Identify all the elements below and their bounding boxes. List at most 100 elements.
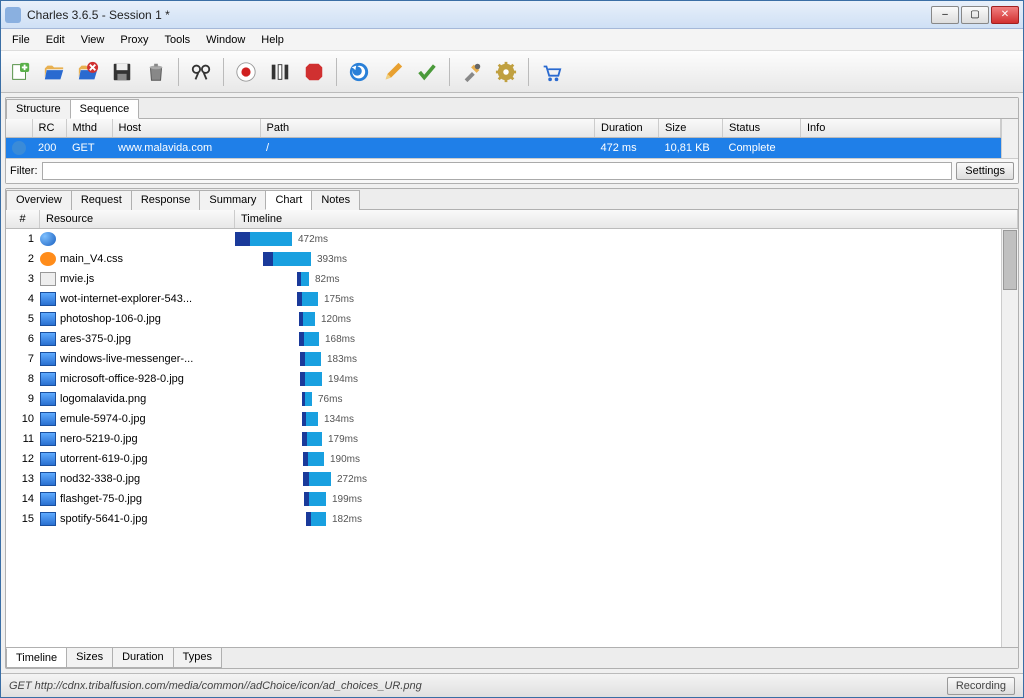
filter-input[interactable] [42,162,953,180]
find-icon[interactable] [186,57,216,87]
chart-rows[interactable]: 1 472ms 2 main_V4.css 393ms 3 mvie.js 82… [6,229,1001,647]
tab-chart[interactable]: Chart [265,190,312,210]
chart-row[interactable]: 8 microsoft-office-928-0.jpg 194ms [6,369,1001,389]
timeline-cell: 134ms [235,411,1001,427]
trash-icon[interactable] [141,57,171,87]
statusbar: GET http://cdnx.tribalfusion.com/media/c… [1,673,1023,697]
chart-scrollbar[interactable] [1001,229,1018,647]
img-icon [40,432,56,446]
stop-icon[interactable] [299,57,329,87]
maximize-button[interactable]: ▢ [961,6,989,24]
col-host[interactable]: Host [112,119,260,138]
chart-row[interactable]: 11 nero-5219-0.jpg 179ms [6,429,1001,449]
timeline-cell: 175ms [235,291,1001,307]
tab-types[interactable]: Types [173,648,222,668]
chart-row[interactable]: 9 logomalavida.png 76ms [6,389,1001,409]
duration-label: 393ms [317,254,347,265]
resource-name: emule-5974-0.jpg [60,413,235,425]
requests-scrollbar[interactable] [1001,119,1018,158]
chart-row[interactable]: 3 mvie.js 82ms [6,269,1001,289]
cell-size: 10,81 KB [659,138,723,159]
detail-panel: Overview Request Response Summary Chart … [5,188,1019,669]
timeline-cell: 168ms [235,331,1001,347]
request-row[interactable]: 200 GET www.malavida.com / 472 ms 10,81 … [6,138,1001,159]
resource-name: photoshop-106-0.jpg [60,313,235,325]
throttle-icon[interactable] [265,57,295,87]
timeline-cell: 194ms [235,371,1001,387]
col-status[interactable]: Status [723,119,801,138]
chart-row[interactable]: 5 photoshop-106-0.jpg 120ms [6,309,1001,329]
tab-request[interactable]: Request [71,190,132,210]
chart-row[interactable]: 13 nod32-338-0.jpg 272ms [6,469,1001,489]
timeline-cell: 182ms [235,511,1001,527]
menu-view[interactable]: View [74,32,112,48]
chart-row[interactable]: 6 ares-375-0.jpg 168ms [6,329,1001,349]
save-icon[interactable] [107,57,137,87]
duration-label: 190ms [330,454,360,465]
img-icon [40,492,56,506]
status-text: GET http://cdnx.tribalfusion.com/media/c… [9,680,422,692]
bottom-tabs: Timeline Sizes Duration Types [6,647,1018,668]
tab-overview[interactable]: Overview [6,190,72,210]
img-icon [40,332,56,346]
row-num: 5 [6,313,40,325]
tab-sizes[interactable]: Sizes [66,648,113,668]
delete-icon[interactable] [73,57,103,87]
refresh-icon[interactable] [344,57,374,87]
img-icon [40,452,56,466]
row-num: 10 [6,413,40,425]
chart-row[interactable]: 4 wot-internet-explorer-543... 175ms [6,289,1001,309]
chart-row[interactable]: 2 main_V4.css 393ms [6,249,1001,269]
menubar: File Edit View Proxy Tools Window Help [1,29,1023,51]
app-window: Charles 3.6.5 - Session 1 * – ▢ ✕ File E… [0,0,1024,698]
col-size[interactable]: Size [659,119,723,138]
close-button[interactable]: ✕ [991,6,1019,24]
validate-icon[interactable] [412,57,442,87]
chart-row[interactable]: 12 utorrent-619-0.jpg 190ms [6,449,1001,469]
chart-row[interactable]: 14 flashget-75-0.jpg 199ms [6,489,1001,509]
new-session-icon[interactable] [5,57,35,87]
settings-gear-icon[interactable] [491,57,521,87]
cell-rc: 200 [32,138,66,159]
col-duration[interactable]: Duration [595,119,659,138]
col-rc[interactable]: RC [32,119,66,138]
col-method[interactable]: Mthd [66,119,112,138]
col-resource[interactable]: Resource [40,210,235,228]
menu-window[interactable]: Window [199,32,252,48]
settings-button[interactable]: Settings [956,162,1014,180]
menu-proxy[interactable]: Proxy [113,32,155,48]
col-num[interactable]: # [6,210,40,228]
detail-tabs: Overview Request Response Summary Chart … [6,189,1018,210]
col-timeline[interactable]: Timeline [235,210,1018,228]
tab-timeline[interactable]: Timeline [6,648,67,668]
img-icon [40,412,56,426]
edit-icon[interactable] [378,57,408,87]
tab-response[interactable]: Response [131,190,201,210]
menu-file[interactable]: File [5,32,37,48]
open-icon[interactable] [39,57,69,87]
cart-icon[interactable] [536,57,566,87]
tab-structure[interactable]: Structure [6,99,71,119]
tab-notes[interactable]: Notes [311,190,360,210]
tab-duration[interactable]: Duration [112,648,174,668]
chart-row[interactable]: 1 472ms [6,229,1001,249]
minimize-button[interactable]: – [931,6,959,24]
row-num: 3 [6,273,40,285]
timeline-cell: 179ms [235,431,1001,447]
record-icon[interactable] [231,57,261,87]
recording-indicator[interactable]: Recording [947,677,1015,695]
col-path[interactable]: Path [260,119,595,138]
tools-icon[interactable] [457,57,487,87]
titlebar[interactable]: Charles 3.6.5 - Session 1 * – ▢ ✕ [1,1,1023,29]
menu-tools[interactable]: Tools [157,32,197,48]
chart-row[interactable]: 15 spotify-5641-0.jpg 182ms [6,509,1001,529]
chart-row[interactable]: 10 emule-5974-0.jpg 134ms [6,409,1001,429]
tab-sequence[interactable]: Sequence [70,99,140,119]
menu-help[interactable]: Help [254,32,291,48]
col-icon[interactable] [6,119,32,138]
resource-name: logomalavida.png [60,393,235,405]
col-info[interactable]: Info [801,119,1001,138]
menu-edit[interactable]: Edit [39,32,72,48]
chart-row[interactable]: 7 windows-live-messenger-... 183ms [6,349,1001,369]
tab-summary[interactable]: Summary [199,190,266,210]
